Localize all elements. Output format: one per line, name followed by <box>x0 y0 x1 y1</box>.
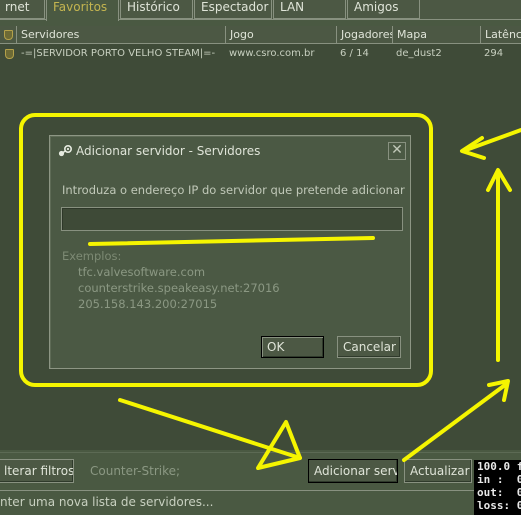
example-item: 205.158.143.200:27015 <box>78 297 218 311</box>
close-button[interactable]: ✕ <box>388 142 406 160</box>
ip-prompt: Introduza o endereço IP do servidor que … <box>62 183 405 197</box>
column-latencia[interactable]: Latência <box>480 26 521 44</box>
ok-button[interactable]: OK <box>261 336 324 358</box>
server-map: de_dust2 <box>396 48 442 59</box>
tab-bar: rnet Favoritos Histórico Espectador LAN … <box>0 0 521 21</box>
example-item: counterstrike.speakeasy.net:27016 <box>78 281 280 295</box>
net-graph-stats: 100.0 f in : 0 out: 0 loss: 0 <box>474 460 521 515</box>
status-bar: nter uma nova lista de servidores... <box>0 490 474 515</box>
dialog-title: Adicionar servidor - Servidores <box>76 144 261 158</box>
column-servidores[interactable]: Servidores <box>16 26 225 44</box>
change-filters-button[interactable]: lterar filtros <box>0 459 74 483</box>
table-row[interactable]: -=|SERVIDOR PORTO VELHO STEAM|=- www.csr… <box>0 45 521 63</box>
column-jogo[interactable]: Jogo <box>225 26 336 44</box>
column-mapa[interactable]: Mapa <box>392 26 480 44</box>
cancel-button[interactable]: Cancelar <box>337 336 401 358</box>
tab-historico[interactable]: Histórico <box>120 0 193 19</box>
add-server-dialog: Adicionar servidor - Servidores ✕ Introd… <box>49 135 411 369</box>
shield-icon <box>4 30 13 40</box>
bottom-toolbar: lterar filtros Counter-Strike; Adicionar… <box>0 452 521 490</box>
steam-icon <box>58 144 73 157</box>
server-players: 6 / 14 <box>340 48 369 59</box>
table-header: Servidores Jogo Jogadores Mapa Latência <box>0 26 521 44</box>
game-filter-text: Counter-Strike; <box>90 464 181 478</box>
server-game: www.csro.com.br <box>229 48 315 59</box>
server-latency: 294 <box>484 48 504 59</box>
refresh-button[interactable]: Actualizar <box>404 459 472 483</box>
tab-amigos[interactable]: Amigos <box>347 0 420 19</box>
tab-internet[interactable]: rnet <box>0 0 45 19</box>
tab-espectador[interactable]: Espectador <box>194 0 272 19</box>
shield-icon <box>5 49 14 59</box>
examples-label: Exemplos: <box>62 249 122 263</box>
tab-favoritos[interactable]: Favoritos <box>46 0 119 21</box>
status-text: nter uma nova lista de servidores... <box>0 495 214 509</box>
tab-lan[interactable]: LAN <box>273 0 346 19</box>
example-item: tfc.valvesoftware.com <box>78 265 206 279</box>
ip-address-input[interactable] <box>61 207 403 231</box>
add-server-button[interactable]: Adicionar serv. <box>308 459 398 483</box>
column-jogadores[interactable]: Jogadores <box>336 26 392 44</box>
server-name: -=|SERVIDOR PORTO VELHO STEAM|=- <box>21 48 216 59</box>
